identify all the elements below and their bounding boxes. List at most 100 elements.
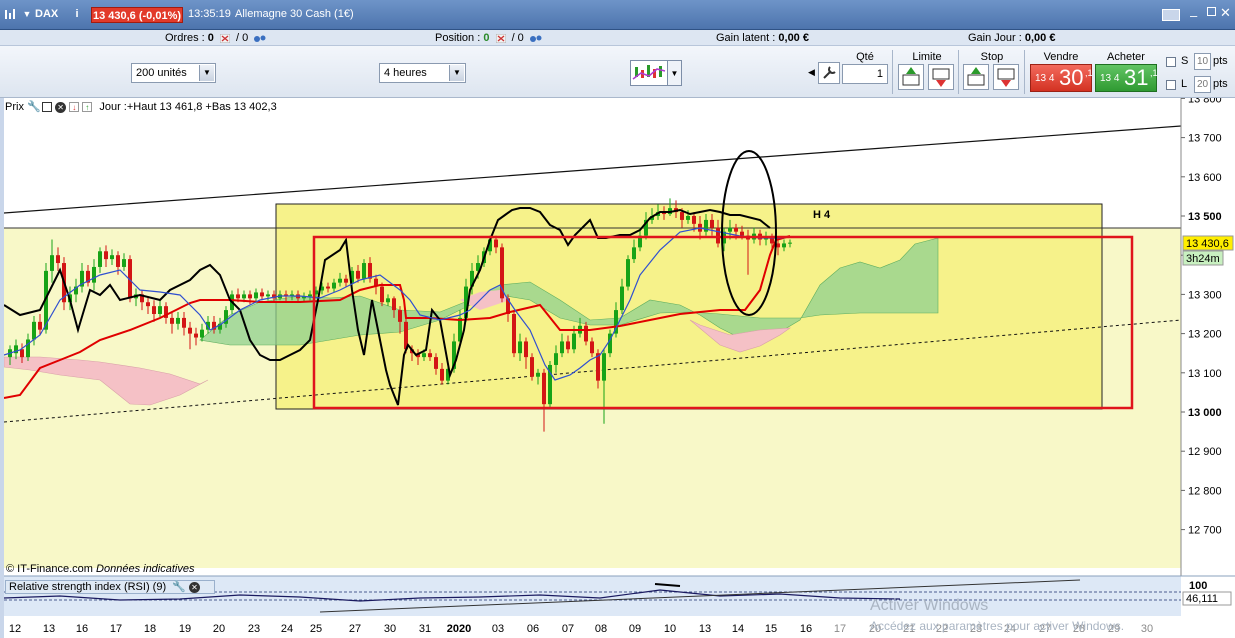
qty-label: Qté <box>856 51 874 63</box>
x-tick-label: 07 <box>562 623 574 635</box>
instrument-description: Allemagne 30 Cash (1€) <box>235 8 354 20</box>
chart-type-icon <box>632 65 666 80</box>
x-tick-label: 31 <box>419 623 431 635</box>
candle-body <box>398 310 402 322</box>
maximize-icon[interactable] <box>1207 7 1216 16</box>
chart-type-dropdown[interactable]: ▼ <box>668 60 682 86</box>
stop-checkbox[interactable] <box>1166 57 1176 67</box>
sell-label: Vendre <box>1043 51 1079 63</box>
candle-body <box>362 263 366 279</box>
limit-checkbox[interactable] <box>1166 80 1176 90</box>
x-tick-label: 13 <box>43 623 55 635</box>
instrument-name: DAX <box>35 8 59 20</box>
gain-jour-value: 0,00 € <box>1024 32 1056 44</box>
candle-body <box>572 333 576 350</box>
arrow-down-icon[interactable]: ↓ <box>69 102 80 113</box>
candle-body <box>620 286 624 311</box>
close-icon[interactable]: ✕ <box>188 581 200 593</box>
candle-body <box>344 278 348 283</box>
units-select-value: 200 unités <box>136 67 187 79</box>
y-tick-label: 13 500 <box>1188 211 1222 223</box>
candle-body <box>560 341 564 354</box>
limit-label: Limite <box>912 51 942 63</box>
dropdown-arrow-icon[interactable]: ▼ <box>20 8 34 21</box>
period-select[interactable]: 4 heures ▼ <box>379 63 466 83</box>
sell-button[interactable]: 13 4 30 ,1 <box>1030 64 1093 92</box>
chart-window-icon[interactable] <box>4 8 18 21</box>
orders-info[interactable]: Ordres : 0 / 0 <box>165 32 267 44</box>
candle-body <box>176 317 180 324</box>
y-tick-label: 13 700 <box>1188 133 1222 145</box>
candle-body <box>146 302 150 307</box>
legend-info: Jour :+Haut 13 461,8 +Bas 13 402,3 <box>99 101 277 113</box>
stop-label: Stop <box>980 51 1004 63</box>
candle-body <box>602 353 606 381</box>
x-tick-label: 24 <box>281 623 293 635</box>
close-icon[interactable]: ✕ <box>1220 5 1231 21</box>
gain-jour-info: Gain Jour : 0,00 € <box>968 32 1055 44</box>
candle-body <box>254 292 258 299</box>
candle-body <box>338 278 342 283</box>
x-tick-label: 14 <box>732 623 744 635</box>
toolbar-toggle-icon[interactable] <box>1162 9 1180 21</box>
info-icon[interactable]: i <box>70 8 84 21</box>
candle-body <box>32 321 36 340</box>
buy-button[interactable]: 13 4 31 ,1 <box>1095 64 1158 92</box>
buy-stop-icon <box>967 67 985 86</box>
x-tick-label: 08 <box>595 623 607 635</box>
units-select[interactable]: 200 unités ▼ <box>131 63 216 83</box>
candle-body <box>422 353 426 358</box>
activate-windows-text: Accédez aux paramètres pour activer Wind… <box>870 619 1125 633</box>
position-value: 0 <box>483 32 490 44</box>
candle-body <box>104 251 108 260</box>
arrow-up-icon[interactable]: ↑ <box>82 102 93 113</box>
chevron-left-icon[interactable]: ◀ <box>808 62 816 82</box>
candle-body <box>524 341 528 358</box>
candle-body <box>542 372 546 405</box>
wrench-button[interactable] <box>818 62 840 84</box>
chevron-down-icon[interactable]: ▼ <box>199 65 214 81</box>
chevron-down-icon[interactable]: ▼ <box>449 65 464 81</box>
window-icon[interactable] <box>42 102 53 113</box>
stop-short-label: S <box>1181 55 1189 67</box>
y-tick-label: 13 100 <box>1188 368 1222 380</box>
stop-points-input[interactable]: 10 <box>1194 53 1211 70</box>
gears-icon <box>254 34 266 43</box>
account-info-row: Ordres : 0 / 0 Position : 0 / 0 Gain lat… <box>0 30 1235 46</box>
candle-body <box>170 317 174 324</box>
x-tick-label: 09 <box>629 623 641 635</box>
candle-body <box>56 255 60 264</box>
candle-body <box>710 219 714 228</box>
minimize-icon[interactable]: – <box>1190 8 1197 23</box>
candle-body <box>518 341 522 354</box>
y-tick-label: 13 200 <box>1188 329 1222 341</box>
wrench-icon[interactable]: 🔧 <box>27 100 41 113</box>
candle-body <box>536 372 540 377</box>
watermark-source: © IT-Finance.com <box>6 563 93 575</box>
trading-window: ▼ DAX i 13 430,6 (-0,01%) 13:35:19 Allem… <box>0 0 1235 638</box>
candle-body <box>152 306 156 314</box>
buy-price-prefix: 13 4 <box>1100 73 1120 84</box>
wrench-icon[interactable]: 🔧 <box>172 581 186 593</box>
clock-time: 13:35:19 <box>188 8 231 20</box>
candle-body <box>110 255 114 260</box>
buy-limit-button[interactable] <box>898 64 924 90</box>
candle-body <box>512 314 516 354</box>
sell-stop-button[interactable] <box>993 64 1019 90</box>
candle-body <box>92 266 96 283</box>
sell-stop-icon <box>997 68 1015 87</box>
price-chart[interactable]: H 4 13 80013 70013 60013 50013 40013 300… <box>0 98 1235 638</box>
close-icon[interactable]: ✕ <box>55 101 67 113</box>
buy-stop-button[interactable] <box>963 64 989 90</box>
candle-body <box>566 341 570 350</box>
sell-limit-button[interactable] <box>928 64 954 90</box>
countdown-value: 3h24m <box>1186 253 1220 265</box>
y-tick-label: 13 300 <box>1188 289 1222 301</box>
y-tick-label: 13 000 <box>1188 407 1222 419</box>
limit-points-input[interactable]: 20 <box>1194 76 1211 93</box>
separator <box>1024 50 1025 94</box>
position-info[interactable]: Position : 0 / 0 <box>435 32 543 44</box>
chart-type-button[interactable] <box>630 60 668 86</box>
candle-body <box>26 339 30 358</box>
qty-input[interactable]: 1 <box>842 64 888 84</box>
